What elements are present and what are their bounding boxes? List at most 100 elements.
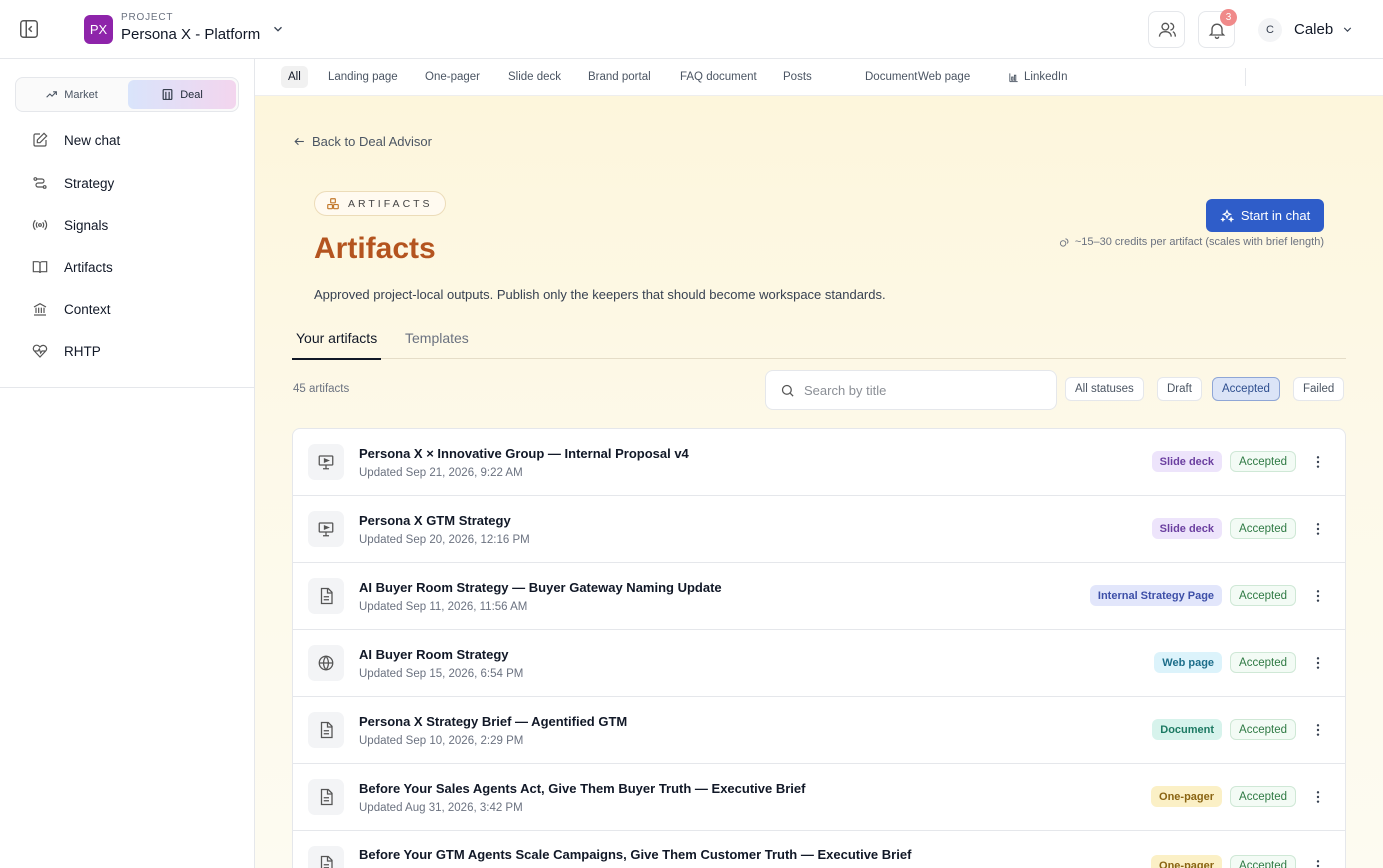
section-badge-label: ARTIFACTS [348, 197, 433, 210]
presentation-icon [308, 511, 344, 547]
row-tags: One-pager Accepted [1151, 855, 1326, 868]
boxes-icon [327, 197, 339, 209]
row-tags: Web page Accepted [1154, 652, 1326, 673]
row-title: Before Your GTM Agents Scale Campaigns, … [359, 847, 912, 862]
type-badge: Web page [1154, 652, 1223, 673]
filter-chip-brand-portal[interactable]: Brand portal [581, 66, 658, 88]
artifact-type-filter-bar: All Landing page One-pager Slide deck Br… [255, 59, 1383, 96]
sidebar-item-rhtp[interactable]: RHTP [14, 334, 240, 368]
filter-chip-landing-page[interactable]: Landing page [321, 66, 405, 88]
sidebar-item-signals[interactable]: Signals [14, 208, 240, 242]
tab-templates[interactable]: Templates [405, 330, 469, 358]
sidebar-item-strategy[interactable]: Strategy [14, 166, 240, 200]
more-vertical-icon[interactable] [1310, 454, 1326, 470]
sparkles-icon [1220, 208, 1234, 223]
document-icon [308, 779, 344, 815]
filter-chip-slide-deck[interactable]: Slide deck [501, 66, 568, 88]
users-icon [1158, 22, 1176, 37]
filter-chip-one-pager[interactable]: One-pager [418, 66, 487, 88]
row-updated: Updated Sep 15, 2026, 6:54 PM [359, 668, 524, 680]
artifact-count: 45 artifacts [293, 383, 350, 395]
credits-note: ~15–30 credits per artifact (scales with… [1059, 236, 1324, 248]
table-row[interactable]: AI Buyer Room Strategy Updated Sep 15, 2… [293, 630, 1345, 697]
more-vertical-icon[interactable] [1310, 588, 1326, 604]
presentation-icon [308, 444, 344, 480]
table-row[interactable]: Persona X Strategy Brief — Agentified GT… [293, 697, 1345, 764]
row-updated: Updated Sep 10, 2026, 2:29 PM [359, 735, 524, 747]
document-icon [308, 712, 344, 748]
segment-market[interactable]: Market [18, 80, 125, 109]
building-icon [162, 89, 173, 100]
sidebar-item-new-chat[interactable]: New chat [14, 123, 240, 157]
book-icon [32, 261, 48, 274]
status-badge: Accepted [1230, 451, 1296, 472]
sidebar-item-artifacts[interactable]: Artifacts [14, 250, 240, 284]
sidebar-toggle-icon[interactable] [18, 18, 40, 40]
sidebar-item-label: RHTP [64, 343, 101, 359]
row-title: Before Your Sales Agents Act, Give Them … [359, 781, 806, 796]
filter-chip-linkedin[interactable]: LinkedIn [1001, 66, 1074, 88]
status-badge: Accepted [1230, 585, 1296, 606]
chevron-down-icon[interactable] [271, 22, 285, 36]
row-tags: Slide deck Accepted [1151, 451, 1326, 472]
table-row[interactable]: AI Buyer Room Strategy — Buyer Gateway N… [293, 563, 1345, 630]
status-filter-all[interactable]: All statuses [1065, 377, 1144, 401]
more-vertical-icon[interactable] [1310, 789, 1326, 805]
type-badge: Internal Strategy Page [1089, 585, 1223, 606]
row-tags: Internal Strategy Page Accepted [1089, 585, 1326, 606]
notification-count-badge: 3 [1220, 9, 1237, 26]
chevron-down-icon[interactable] [1341, 23, 1354, 36]
trending-up-icon [46, 91, 58, 98]
status-badge: Accepted [1230, 518, 1296, 539]
row-tags: Document Accepted [1152, 719, 1326, 740]
type-badge: One-pager [1151, 786, 1223, 807]
sidebar-item-label: Artifacts [64, 259, 113, 275]
user-name[interactable]: Caleb [1294, 21, 1333, 38]
project-badge[interactable]: PX [84, 15, 113, 44]
table-row[interactable]: Persona X × Innovative Group — Internal … [293, 429, 1345, 496]
section-badge: ARTIFACTS [314, 191, 446, 216]
filter-chip-web-page[interactable]: Web page [911, 66, 977, 88]
table-row[interactable]: Before Your Sales Agents Act, Give Them … [293, 764, 1345, 831]
tab-your-artifacts[interactable]: Your artifacts [292, 330, 382, 360]
document-icon [308, 578, 344, 614]
start-in-chat-button[interactable]: Start in chat [1206, 199, 1324, 232]
table-row[interactable]: Persona X GTM Strategy Updated Sep 20, 2… [293, 496, 1345, 563]
filter-chip-faq-document[interactable]: FAQ document [673, 66, 764, 88]
row-tags: Slide deck Accepted [1151, 518, 1326, 539]
search-box [765, 370, 1057, 410]
sidebar-item-context[interactable]: Context [14, 292, 240, 326]
status-badge: Accepted [1230, 719, 1296, 740]
sidebar-item-label: Strategy [64, 175, 115, 191]
document-icon [308, 846, 344, 868]
project-name[interactable]: Persona X - Platform [121, 26, 260, 43]
more-vertical-icon[interactable] [1310, 521, 1326, 537]
status-filter-draft[interactable]: Draft [1157, 377, 1202, 401]
mode-switcher: Market Deal [15, 77, 239, 112]
avatar[interactable]: C [1258, 18, 1282, 42]
sidebar: Market Deal New chat Strategy Signals Ar… [0, 59, 255, 868]
filter-chip-posts[interactable]: Posts [776, 66, 819, 88]
status-filter-failed[interactable]: Failed [1293, 377, 1345, 401]
table-row[interactable]: Before Your GTM Agents Scale Campaigns, … [293, 831, 1345, 868]
filter-separator [1245, 68, 1246, 86]
filter-chip-all[interactable]: All [281, 66, 308, 88]
type-badge: Slide deck [1151, 451, 1223, 472]
search-input[interactable] [804, 382, 1044, 398]
back-link[interactable]: Back to Deal Advisor [293, 134, 432, 149]
sidebar-divider [0, 387, 254, 388]
row-updated: Updated Sep 11, 2026, 11:56 AM [359, 601, 528, 613]
people-button[interactable] [1148, 11, 1185, 48]
status-filter-accepted[interactable]: Accepted [1212, 377, 1280, 401]
filter-chip-label: LinkedIn [1024, 71, 1068, 83]
row-title: Persona X Strategy Brief — Agentified GT… [359, 714, 628, 729]
more-vertical-icon[interactable] [1310, 722, 1326, 738]
row-updated: Updated Sep 20, 2026, 12:16 PM [359, 534, 530, 546]
segment-deal[interactable]: Deal [128, 80, 236, 109]
row-tags: One-pager Accepted [1151, 786, 1326, 807]
status-badge: Accepted [1230, 652, 1296, 673]
more-vertical-icon[interactable] [1310, 858, 1326, 868]
more-vertical-icon[interactable] [1310, 655, 1326, 671]
row-title: AI Buyer Room Strategy [359, 647, 509, 662]
project-label: PROJECT [121, 12, 174, 23]
